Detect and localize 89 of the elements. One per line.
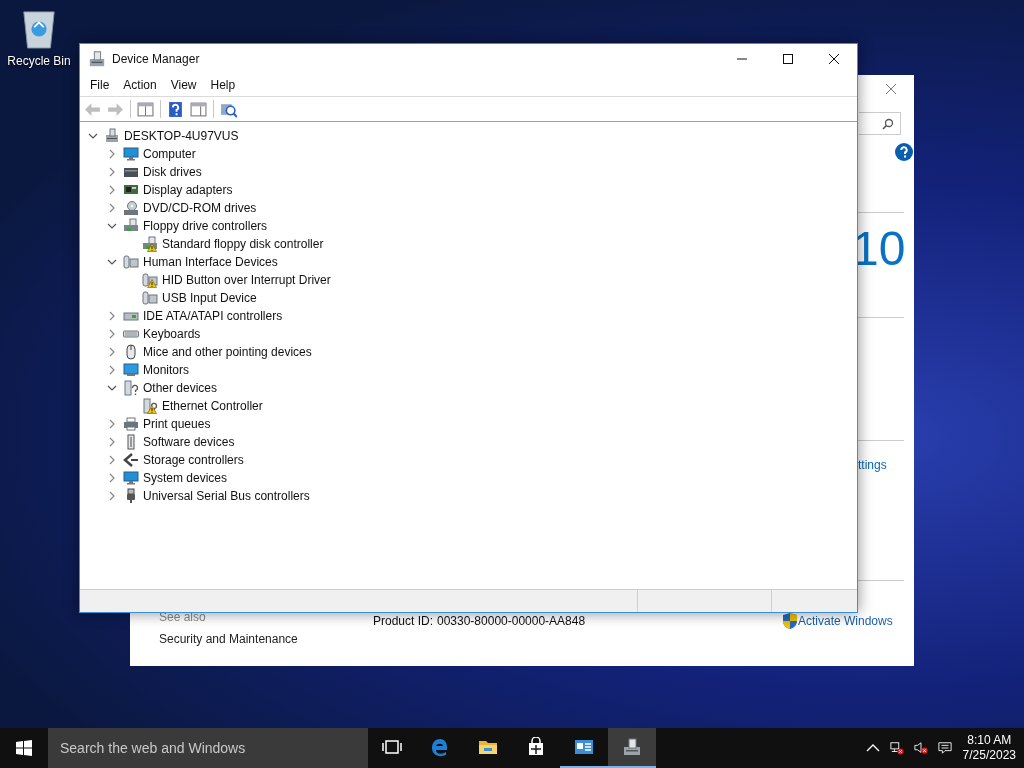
- clock-date[interactable]: 7/25/2023: [962, 748, 1016, 763]
- notification-icon[interactable]: [937, 741, 952, 755]
- tree-item[interactable]: Ethernet Controller: [162, 399, 263, 413]
- product-id-label: Product ID:: [373, 614, 434, 628]
- task-view-icon: [382, 737, 402, 757]
- storage-controller-icon: [123, 452, 139, 468]
- unknown-device-icon: [142, 398, 158, 414]
- menu-item[interactable]: View: [163, 77, 204, 92]
- search-field[interactable]: [859, 112, 901, 135]
- expand-chevron-icon[interactable]: [107, 491, 117, 501]
- tree-item[interactable]: Print queues: [143, 417, 211, 431]
- monitor-icon: [123, 146, 139, 162]
- product-id: 00330-80000-00000-AA848: [437, 614, 586, 628]
- help-icon[interactable]: [895, 143, 913, 161]
- menu-item[interactable]: Action: [116, 77, 164, 92]
- tree-item[interactable]: DVD/CD-ROM drives: [143, 201, 257, 215]
- tree-item[interactable]: Keyboards: [143, 327, 201, 341]
- desktop-icon-label[interactable]: Recycle Bin: [7, 54, 71, 68]
- input-device-icon: [142, 272, 158, 288]
- device-manager-icon: [88, 49, 106, 68]
- input-device-icon: [142, 290, 158, 306]
- tree-item[interactable]: Universal Serial Bus controllers: [143, 489, 310, 503]
- tree-item[interactable]: USB Input Device: [162, 291, 257, 305]
- edge-browser-icon: [430, 737, 450, 757]
- tree-item[interactable]: Software devices: [143, 435, 235, 449]
- input-device-icon: [123, 254, 139, 270]
- device-manager-icon: [622, 737, 642, 757]
- unknown-device-icon: [123, 380, 139, 396]
- menu-item[interactable]: Help: [203, 77, 243, 92]
- windows-logo-text: 10: [852, 225, 906, 273]
- help-icon[interactable]: [167, 100, 184, 118]
- action-pane-icon[interactable]: [190, 100, 207, 118]
- expand-chevron-icon[interactable]: [107, 347, 117, 357]
- expand-chevron-icon[interactable]: [107, 437, 117, 447]
- clock-time[interactable]: 8:10 AM: [967, 733, 1012, 748]
- security-link[interactable]: Security and Maintenance: [159, 632, 298, 646]
- close-icon[interactable]: [886, 84, 896, 94]
- activate-windows-link[interactable]: Activate Windows: [798, 614, 893, 628]
- tree-item[interactable]: Other devices: [143, 381, 218, 395]
- collapse-chevron-icon[interactable]: [107, 383, 117, 393]
- expand-chevron-icon[interactable]: [107, 455, 117, 465]
- window-title: Device Manager: [112, 51, 200, 66]
- collapse-chevron-icon[interactable]: [88, 131, 98, 141]
- mouse-icon: [123, 344, 139, 360]
- printer-icon: [123, 416, 139, 432]
- tree-item[interactable]: Human Interface Devices: [143, 255, 278, 269]
- expand-chevron-icon[interactable]: [107, 185, 117, 195]
- tree-item[interactable]: IDE ATA/ATAPI controllers: [143, 309, 283, 323]
- tree-item[interactable]: Monitors: [143, 363, 189, 377]
- expand-chevron-icon[interactable]: [107, 419, 117, 429]
- search-field[interactable]: Search the web and Windows: [48, 728, 368, 768]
- tree-item[interactable]: Standard floppy disk controller: [162, 237, 324, 251]
- tree-item[interactable]: System devices: [143, 471, 228, 485]
- menu-item[interactable]: File: [83, 77, 117, 92]
- shopping-bag-icon: [526, 737, 546, 757]
- maximize-icon: [783, 53, 793, 64]
- collapse-chevron-icon[interactable]: [107, 257, 117, 267]
- recycle-bin-icon[interactable]: [20, 8, 58, 50]
- close-icon: [829, 53, 839, 64]
- speaker-muted-icon[interactable]: [913, 741, 928, 755]
- control-panel-icon: [574, 737, 594, 757]
- tree-item[interactable]: HID Button over Interrupt Driver: [162, 273, 331, 287]
- expand-chevron-icon[interactable]: [107, 167, 117, 177]
- floppy-controller-icon: [123, 218, 139, 234]
- collapse-chevron-icon[interactable]: [107, 221, 117, 231]
- tree-item[interactable]: Display adapters: [143, 183, 233, 197]
- network-error-icon[interactable]: [889, 741, 904, 755]
- computer-tower-icon: [104, 128, 120, 144]
- monitor-icon: [123, 362, 139, 378]
- tree-item[interactable]: Disk drives: [143, 165, 202, 179]
- minimize-icon: [737, 57, 747, 60]
- tree-item[interactable]: Mice and other pointing devices: [143, 345, 312, 359]
- expand-chevron-icon[interactable]: [107, 365, 117, 375]
- expand-chevron-icon[interactable]: [107, 311, 117, 321]
- settings-link[interactable]: ttings: [858, 458, 887, 472]
- shield-icon: [783, 613, 797, 629]
- disc-drive-icon: [123, 200, 139, 216]
- tree-item[interactable]: Computer: [143, 147, 196, 161]
- expand-chevron-icon[interactable]: [107, 149, 117, 159]
- expand-chevron-icon[interactable]: [107, 473, 117, 483]
- tree-item[interactable]: Floppy drive controllers: [143, 219, 268, 233]
- tree-item[interactable]: DESKTOP-4U97VUS: [124, 129, 239, 143]
- expand-chevron-icon[interactable]: [107, 203, 117, 213]
- monitor-icon: [123, 470, 139, 486]
- expand-chevron-icon[interactable]: [107, 329, 117, 339]
- search-icon: [882, 118, 894, 130]
- windows-logo-icon: [16, 740, 32, 756]
- tree-item[interactable]: Storage controllers: [143, 453, 244, 467]
- console-tree-icon[interactable]: [137, 100, 154, 118]
